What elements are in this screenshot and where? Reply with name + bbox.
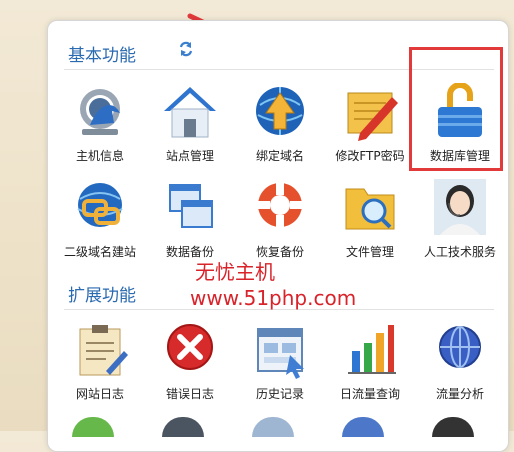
tile-change-ftp-password[interactable]: 修改FTP密码 bbox=[324, 83, 416, 175]
tile-label: 二级域名建站 bbox=[63, 245, 136, 259]
extended-functions-title: 扩展功能 bbox=[68, 286, 136, 306]
tile-host-info[interactable]: 主机信息 bbox=[54, 83, 146, 175]
tile-label: 错误日志 bbox=[165, 387, 214, 401]
history-record-icon bbox=[257, 328, 304, 379]
error-log-icon bbox=[167, 324, 213, 370]
watermark-url: www.51php.com bbox=[190, 286, 357, 310]
tile-file-management[interactable]: 文件管理 bbox=[324, 179, 416, 271]
tile-label: 流量分析 bbox=[435, 387, 484, 401]
tile-label: 人工技术服务 bbox=[423, 245, 496, 259]
tile-label: 文件管理 bbox=[345, 245, 394, 259]
file-management-icon bbox=[345, 188, 395, 230]
subdomain-site-icon bbox=[77, 183, 123, 227]
tech-support-icon bbox=[434, 179, 486, 235]
partial-icon bbox=[342, 417, 384, 437]
restore-backup-icon bbox=[258, 183, 302, 227]
tile-subdomain-site[interactable]: 二级域名建站 bbox=[54, 179, 146, 271]
website-log-icon bbox=[79, 325, 128, 376]
change-ftp-password-icon bbox=[347, 92, 398, 141]
basic-functions-title: 基本功能 bbox=[68, 46, 136, 66]
tile-bind-domain[interactable]: 绑定域名 bbox=[234, 83, 326, 175]
tile-label: 网站日志 bbox=[75, 387, 124, 401]
partial-icon bbox=[432, 417, 474, 437]
tile-label: 绑定域名 bbox=[255, 149, 304, 163]
traffic-analysis-icon bbox=[439, 326, 481, 368]
tile-tech-support[interactable]: 人工技术服务 bbox=[414, 179, 506, 271]
tile-error-log[interactable]: 错误日志 bbox=[144, 321, 236, 413]
tile-label: 主机信息 bbox=[75, 149, 124, 163]
tile-label: 修改FTP密码 bbox=[335, 149, 405, 163]
refresh-icon[interactable] bbox=[178, 41, 194, 57]
tile-label: 站点管理 bbox=[165, 149, 214, 163]
partial-icon bbox=[72, 417, 114, 437]
host-info-icon bbox=[80, 89, 120, 135]
data-backup-icon bbox=[169, 184, 213, 228]
tile-daily-traffic[interactable]: 日流量查询 bbox=[324, 321, 416, 413]
highlight-box bbox=[409, 47, 503, 171]
tile-label: 日流量查询 bbox=[339, 387, 400, 401]
tile-label: 历史记录 bbox=[255, 387, 304, 401]
bind-domain-icon bbox=[256, 87, 304, 135]
tile-history-record[interactable]: 历史记录 bbox=[234, 321, 326, 413]
tile-site-management[interactable]: 站点管理 bbox=[144, 83, 236, 175]
tile-traffic-analysis[interactable]: 流量分析 bbox=[414, 321, 506, 413]
tile-website-log[interactable]: 网站日志 bbox=[54, 321, 146, 413]
partial-icon bbox=[162, 417, 204, 437]
partial-icon bbox=[252, 417, 294, 437]
site-management-icon bbox=[164, 87, 216, 138]
watermark-title: 无忧主机 bbox=[195, 260, 275, 284]
daily-traffic-icon bbox=[348, 325, 396, 374]
